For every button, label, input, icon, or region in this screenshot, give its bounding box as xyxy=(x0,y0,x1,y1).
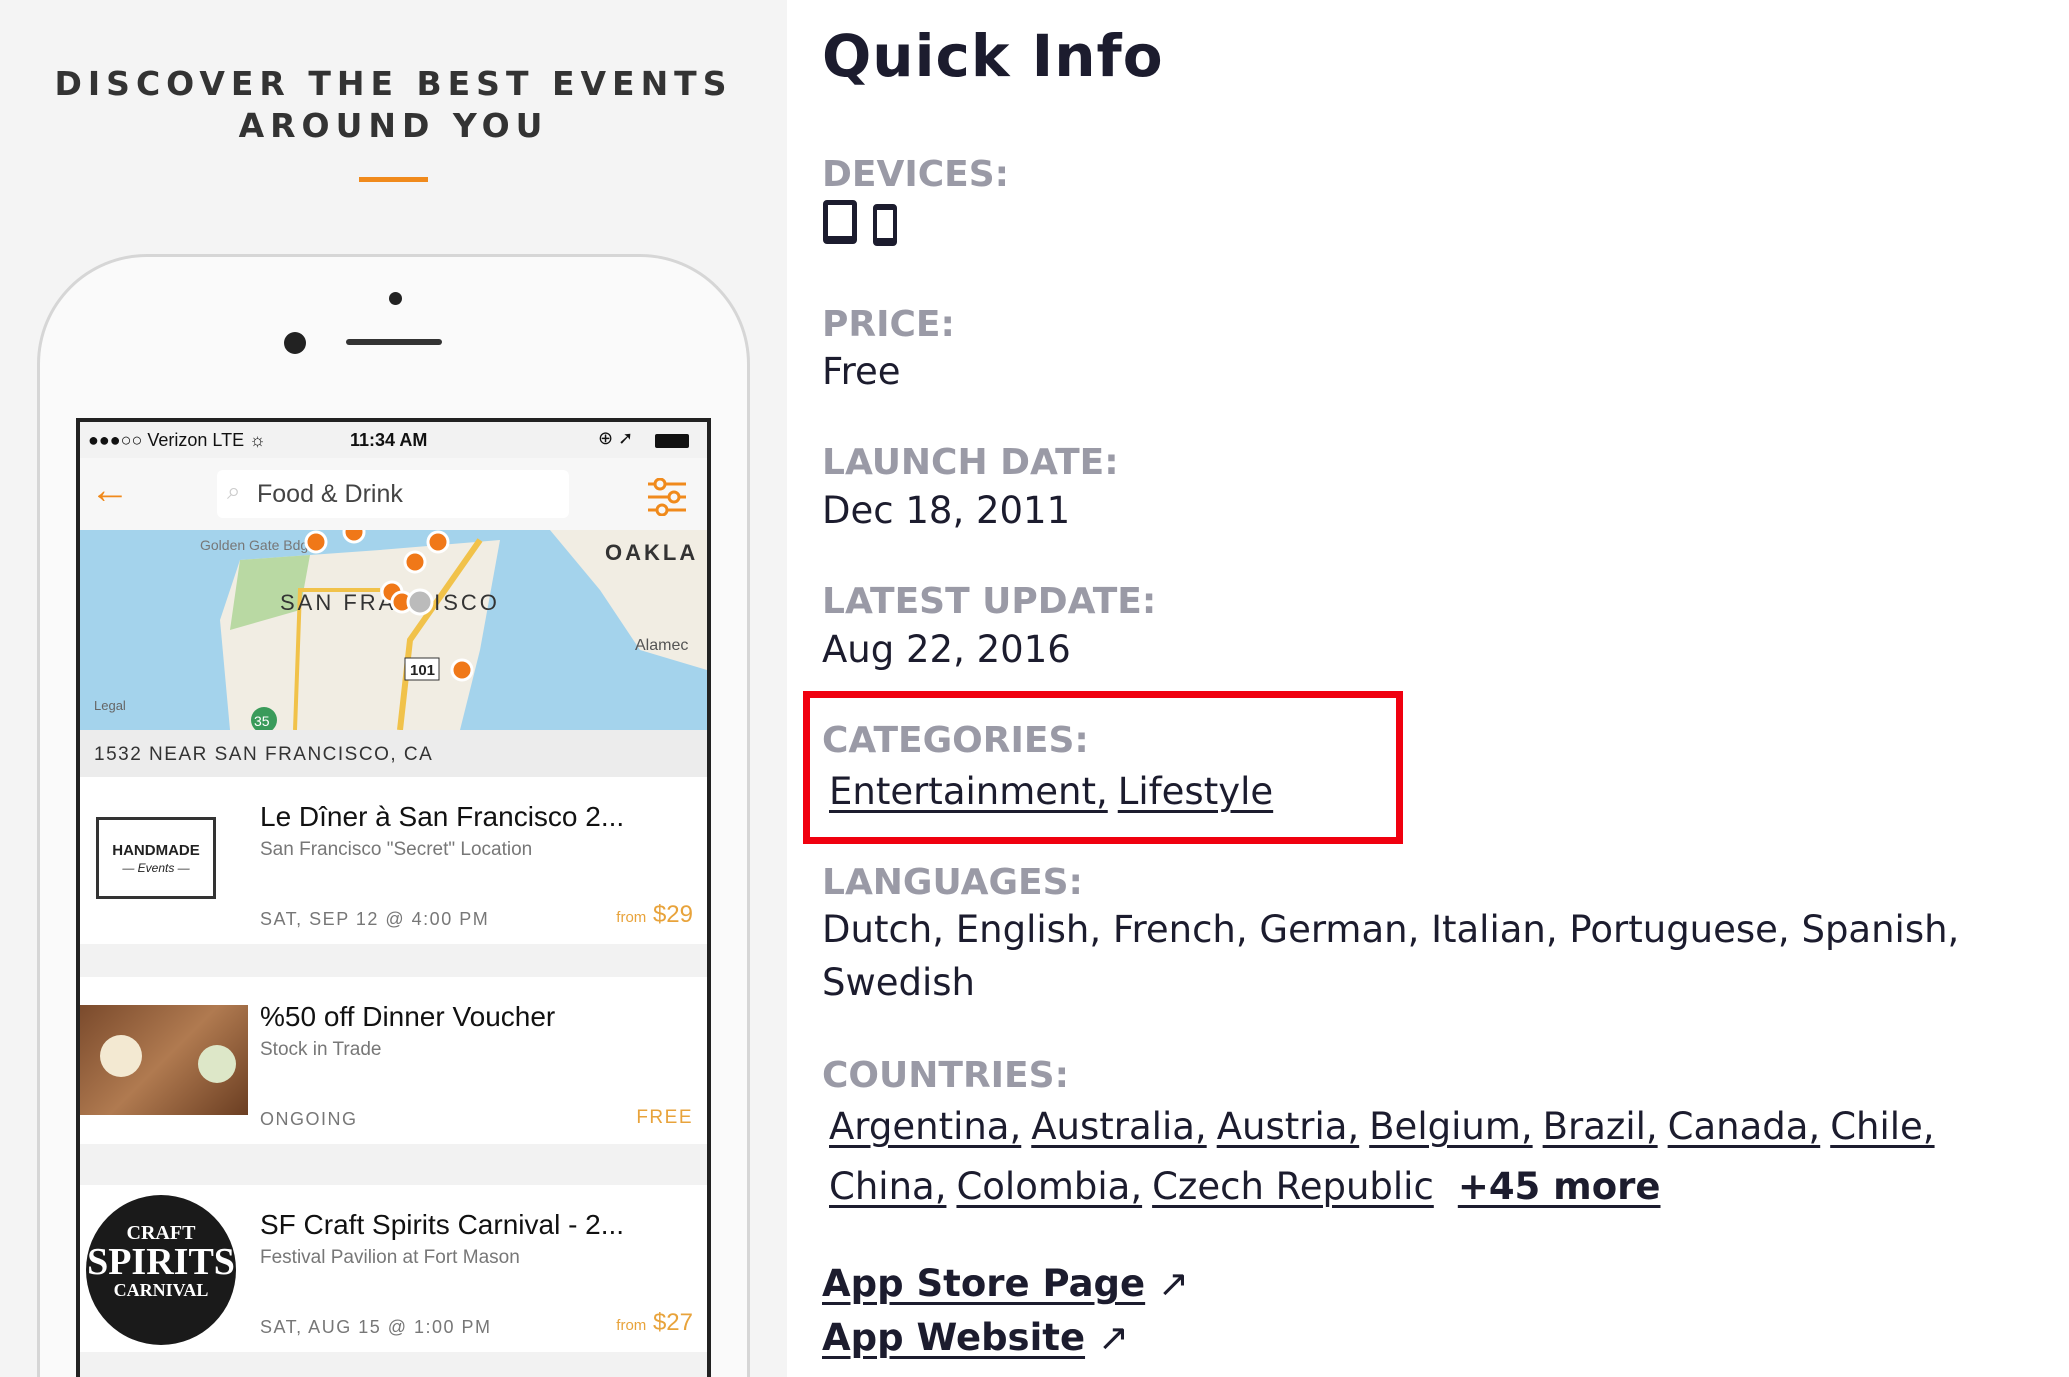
launch-date-label: LAUNCH DATE: xyxy=(822,442,1119,483)
promo-heading-line2: AROUND YOU xyxy=(238,106,549,145)
phone-speaker xyxy=(346,339,442,345)
category-link-entertainment[interactable]: Entertainment, xyxy=(829,770,1108,813)
accent-divider xyxy=(359,177,428,182)
map-label-golden-gate: Golden Gate Bdg xyxy=(200,537,308,553)
tablet-icon xyxy=(823,200,857,244)
map-pin[interactable] xyxy=(342,530,366,544)
phone-camera xyxy=(284,332,306,354)
event-date: SAT, SEP 12 @ 4:00 PM xyxy=(260,909,490,929)
map-legal-link[interactable]: Legal xyxy=(94,698,126,713)
filter-sliders-icon[interactable] xyxy=(646,478,688,516)
country-link[interactable]: Argentina, xyxy=(829,1105,1021,1148)
map-label-101: 101 xyxy=(410,662,435,679)
map-pin[interactable] xyxy=(450,658,474,682)
event-date: SAT, AUG 15 @ 1:00 PM xyxy=(260,1317,492,1337)
app-store-page-link[interactable]: App Store Page xyxy=(822,1262,1145,1305)
country-link[interactable]: Australia, xyxy=(1031,1105,1206,1148)
event-title: SF Craft Spirits Carnival - 2... xyxy=(260,1209,625,1240)
status-bar: ●●●○○ Verizon LTE ☼ 11:34 AM ⊕ ➚ xyxy=(80,422,707,458)
event-price: from $27 xyxy=(616,1309,693,1336)
countries-line2: China, Colombia, Czech Republic +45 more xyxy=(829,1165,1661,1208)
categories-label: CATEGORIES: xyxy=(822,720,1089,761)
devices-label: DEVICES: xyxy=(822,154,1010,195)
languages-label: LANGUAGES: xyxy=(822,862,1083,903)
app-website-link[interactable]: App Website xyxy=(822,1316,1085,1359)
map-pin[interactable] xyxy=(304,530,328,554)
countries-label: COUNTRIES: xyxy=(822,1055,1069,1096)
clock: 11:34 AM xyxy=(350,430,428,450)
country-link[interactable]: Chile, xyxy=(1830,1105,1934,1148)
event-price: from $29 xyxy=(616,901,693,928)
latest-update-value: Aug 22, 2016 xyxy=(822,628,1071,671)
map-pin[interactable] xyxy=(426,530,450,554)
country-link[interactable]: Canada, xyxy=(1668,1105,1821,1148)
country-link[interactable]: China, xyxy=(829,1165,946,1208)
more-countries-link[interactable]: +45 more xyxy=(1458,1165,1661,1208)
map-label-alameda: Alamec xyxy=(635,637,688,654)
price-value: Free xyxy=(822,350,901,393)
phone-sensor xyxy=(389,292,402,305)
price-label: PRICE: xyxy=(822,304,955,345)
event-price: FREE xyxy=(636,1107,693,1128)
handmade-events-logo: HANDMADE — Events — xyxy=(96,817,216,899)
nav-bar: ← ⌕ Food & Drink xyxy=(80,458,707,530)
page-title: Quick Info xyxy=(822,22,1164,90)
event-date: ONGOING xyxy=(260,1109,358,1129)
external-link-icon: ↗ xyxy=(1097,1316,1129,1359)
search-icon: ⌕ xyxy=(227,478,241,505)
app-website-link-row: App Website ↗ xyxy=(822,1316,1129,1359)
event-title: Le Dîner à San Francisco 2... xyxy=(260,801,625,832)
country-link[interactable]: Czech Republic xyxy=(1152,1165,1434,1208)
promo-heading-line1: DISCOVER THE BEST EVENTS xyxy=(54,64,733,103)
food-photo xyxy=(80,1005,248,1115)
battery-icon xyxy=(655,434,689,448)
country-link[interactable]: Belgium, xyxy=(1369,1105,1532,1148)
countries-line1: Argentina, Australia, Austria, Belgium, Braz… xyxy=(829,1105,1935,1148)
location-header: 1532 NEAR SAN FRANCISCO, CA xyxy=(80,730,707,777)
category-link-lifestyle[interactable]: Lifestyle xyxy=(1118,770,1273,813)
country-link[interactable]: Brazil, xyxy=(1543,1105,1658,1148)
event-list-item[interactable]: CRAFT SPIRITS CARNIVAL SF Craft Spirits Ca… xyxy=(80,1185,707,1352)
search-input[interactable]: ⌕ Food & Drink xyxy=(217,470,569,518)
craft-spirits-logo: CRAFT SPIRITS CARNIVAL xyxy=(86,1195,236,1345)
country-link[interactable]: Austria, xyxy=(1217,1105,1359,1148)
event-list-item[interactable]: %50 off Dinner Voucher Stock in Trade ON… xyxy=(80,977,707,1144)
events-map[interactable]: Golden Gate Bdg SAN FRANCISCO OAKLA Alam… xyxy=(80,530,707,730)
map-label-oakland: OAKLA xyxy=(605,540,698,565)
search-value: Food & Drink xyxy=(257,480,403,508)
launch-date-value: Dec 18, 2011 xyxy=(822,489,1071,532)
app-store-link-row: App Store Page ↗ xyxy=(822,1262,1189,1305)
highlight-box xyxy=(803,691,1403,844)
carrier: ●●●○○ Verizon LTE ☼ xyxy=(88,430,266,450)
event-venue: Stock in Trade xyxy=(260,1039,382,1060)
map-pin[interactable] xyxy=(403,550,427,574)
event-title: %50 off Dinner Voucher xyxy=(260,1001,556,1032)
languages-line2: Swedish xyxy=(822,961,976,1004)
event-list-item[interactable]: HANDMADE — Events — Le Dîner à San Franci… xyxy=(80,777,707,944)
external-link-icon: ↗ xyxy=(1158,1262,1190,1305)
promo-panel: DISCOVER THE BEST EVENTS AROUND YOU ●●●○… xyxy=(0,0,787,1377)
back-arrow-icon[interactable]: ← xyxy=(90,468,130,513)
event-venue: San Francisco "Secret" Location xyxy=(260,839,533,860)
country-link[interactable]: Colombia, xyxy=(956,1165,1142,1208)
event-venue: Festival Pavilion at Fort Mason xyxy=(260,1247,520,1268)
latest-update-label: LATEST UPDATE: xyxy=(822,581,1157,622)
languages-line1: Dutch, English, French, German, Italian,… xyxy=(822,908,1960,951)
phone-icon xyxy=(873,204,897,246)
status-icons: ⊕ ➚ xyxy=(598,428,634,448)
phone-screen: ●●●○○ Verizon LTE ☼ 11:34 AM ⊕ ➚ ← ⌕ Foo… xyxy=(76,418,711,1377)
categories-value: Entertainment, Lifestyle xyxy=(829,770,1273,813)
map-label-35: 35 xyxy=(254,713,270,729)
